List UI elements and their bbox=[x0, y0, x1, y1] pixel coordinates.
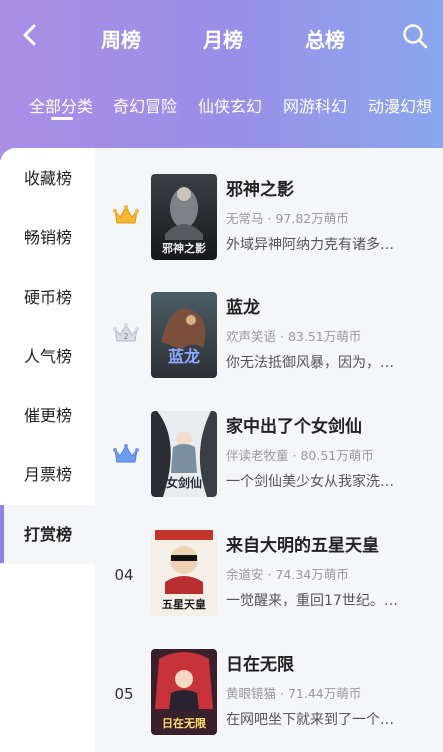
cover-title-art: 日在无限 bbox=[162, 716, 206, 730]
ranking-panel: 收藏榜 畅销榜 硬币榜 人气榜 催更榜 月票榜 打赏榜 邪神之影 邪神之影 无常… bbox=[0, 148, 443, 752]
header: 周榜 月榜 总榜 全部分类 奇幻冒险 仙侠玄幻 网游科幻 动漫幻想 bbox=[0, 0, 443, 160]
book-cover[interactable]: 邪神之影 bbox=[151, 174, 217, 260]
sidebar-item-monthly-ticket[interactable]: 月票榜 bbox=[0, 445, 95, 504]
book-description: 你无法抵御风暴，因为，… bbox=[226, 355, 394, 371]
category-xianxia[interactable]: 仙侠玄幻 bbox=[198, 93, 262, 117]
book-description: 外域异神阿纳力克有诸多… bbox=[226, 237, 394, 253]
category-active-indicator bbox=[51, 117, 73, 120]
silver-crown-icon: 2 bbox=[113, 323, 139, 342]
meta-separator: · bbox=[267, 211, 272, 226]
sidebar-item-coins[interactable]: 硬币榜 bbox=[0, 268, 95, 327]
gold-crown-icon bbox=[113, 205, 139, 224]
cover-title-art: 女剑仙 bbox=[166, 475, 202, 490]
book-title[interactable]: 邪神之影 bbox=[226, 175, 294, 200]
sidebar-item-bestseller[interactable]: 畅销榜 bbox=[0, 208, 95, 267]
book-meta: 无常马 · 97.82万萌币 bbox=[226, 208, 349, 227]
list-item[interactable]: 05 日在无限 日在无限 黄眼镜猫 · 71.44万萌币 在网吧坐下就来到了一个… bbox=[95, 623, 443, 741]
book-author: 余道安 bbox=[226, 567, 264, 582]
book-cover[interactable]: 五星天皇 bbox=[151, 530, 217, 616]
list-item[interactable]: 女剑仙 家中出了个女剑仙 伴读老牧童 · 80.51万萌币 一个剑仙美少女从我家… bbox=[95, 385, 443, 503]
tab-weekly[interactable]: 周榜 bbox=[101, 24, 141, 53]
book-title[interactable]: 蓝龙 bbox=[226, 293, 260, 318]
book-description: 在网吧坐下就来到了一个… bbox=[226, 712, 394, 728]
book-cover[interactable]: 蓝龙 bbox=[151, 292, 217, 378]
book-author: 黄眼镜猫 bbox=[226, 686, 277, 701]
list-item[interactable]: 2 蓝龙 蓝龙 欢声笑语 · 83.51万萌币 你无法抵御风暴，因为，… bbox=[95, 266, 443, 384]
sidebar: 收藏榜 畅销榜 硬币榜 人气榜 催更榜 月票榜 打赏榜 bbox=[0, 148, 95, 752]
category-anime-fantasy[interactable]: 动漫幻想 bbox=[368, 93, 432, 117]
back-arrow-icon[interactable] bbox=[18, 22, 44, 48]
search-icon[interactable] bbox=[401, 22, 429, 50]
rank-number: 04 bbox=[114, 566, 134, 584]
cover-title-art: 邪神之影 bbox=[161, 241, 206, 255]
book-coins: 80.51万萌币 bbox=[300, 448, 374, 463]
book-coins: 74.34万萌币 bbox=[275, 567, 349, 582]
meta-separator: · bbox=[292, 448, 297, 463]
category-game-scifi[interactable]: 网游科幻 bbox=[283, 93, 347, 117]
sidebar-item-urge-update[interactable]: 催更榜 bbox=[0, 386, 95, 445]
sidebar-active-indicator bbox=[0, 505, 4, 563]
book-description: 一觉醒来，重回17世纪。… bbox=[226, 593, 398, 609]
sidebar-item-popularity[interactable]: 人气榜 bbox=[0, 327, 95, 386]
book-coins: 83.51万萌币 bbox=[287, 329, 362, 344]
tab-total[interactable]: 总榜 bbox=[305, 24, 345, 53]
cover-title-art: 五星天皇 bbox=[162, 597, 206, 611]
book-meta: 欢声笑语 · 83.51万萌币 bbox=[226, 326, 361, 345]
book-author: 伴读老牧童 bbox=[226, 448, 289, 463]
book-author: 欢声笑语 bbox=[226, 329, 277, 344]
meta-separator: · bbox=[267, 567, 272, 582]
sidebar-item-favorites[interactable]: 收藏榜 bbox=[0, 149, 95, 208]
crown-rank-number: 2 bbox=[123, 332, 128, 341]
book-coins: 71.44万萌币 bbox=[287, 686, 362, 701]
book-title[interactable]: 家中出了个女剑仙 bbox=[226, 412, 362, 437]
book-title[interactable]: 日在无限 bbox=[226, 650, 294, 675]
blue-crown-icon bbox=[113, 444, 139, 463]
meta-separator: · bbox=[280, 686, 284, 701]
book-title[interactable]: 来自大明的五星天皇 bbox=[226, 531, 379, 556]
rank-number: 05 bbox=[114, 685, 134, 703]
cover-title-art: 蓝龙 bbox=[168, 347, 200, 366]
list-item[interactable]: 04 五星天皇 来自大明的五星天皇 余道安 · 74.34万萌币 一觉醒来，重回… bbox=[95, 504, 443, 622]
category-all[interactable]: 全部分类 bbox=[29, 93, 93, 117]
meta-separator: · bbox=[280, 329, 284, 344]
book-meta: 余道安 · 74.34万萌币 bbox=[226, 564, 349, 583]
sidebar-item-tipping[interactable]: 打赏榜 bbox=[0, 505, 95, 564]
book-cover[interactable]: 日在无限 bbox=[151, 649, 217, 735]
tab-monthly[interactable]: 月榜 bbox=[203, 24, 243, 53]
book-description: 一个剑仙美少女从我家洗… bbox=[226, 474, 394, 490]
book-coins: 97.82万萌币 bbox=[275, 211, 349, 226]
book-cover[interactable]: 女剑仙 bbox=[151, 411, 217, 497]
book-author: 无常马 bbox=[226, 211, 264, 226]
category-fantasy-adventure[interactable]: 奇幻冒险 bbox=[113, 93, 177, 117]
list-item[interactable]: 邪神之影 邪神之影 无常马 · 97.82万萌币 外域异神阿纳力克有诸多… bbox=[95, 148, 443, 266]
book-meta: 伴读老牧童 · 80.51万萌币 bbox=[226, 445, 374, 464]
book-meta: 黄眼镜猫 · 71.44万萌币 bbox=[226, 683, 361, 702]
